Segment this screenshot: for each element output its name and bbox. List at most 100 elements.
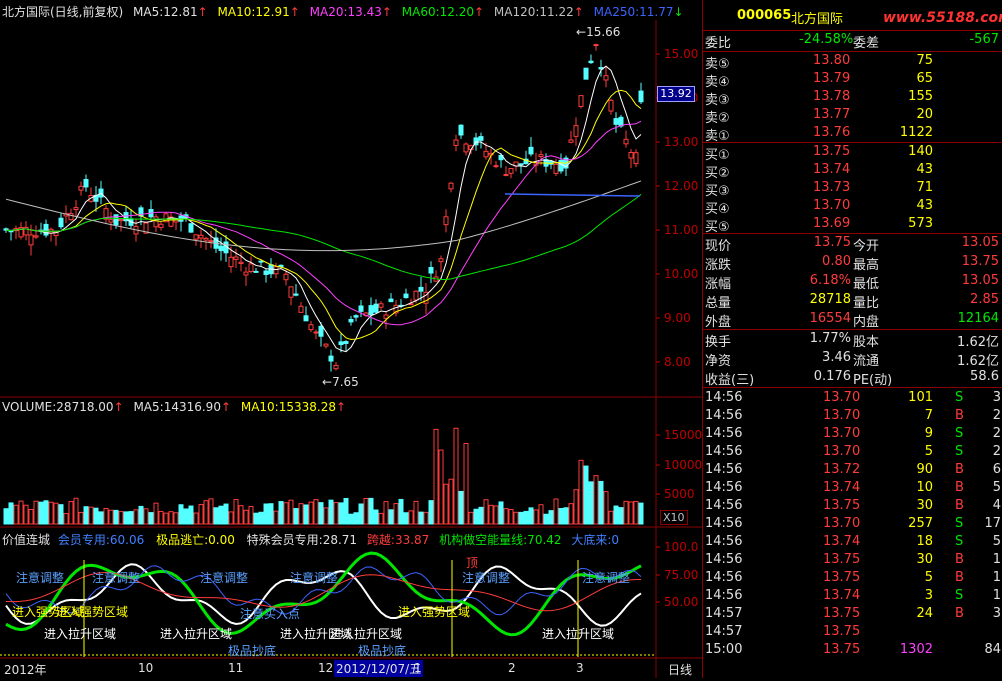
candle-body bbox=[358, 305, 364, 312]
candle-body bbox=[633, 152, 639, 165]
bid-price: 13.74 bbox=[813, 162, 851, 177]
tick-row[interactable]: 14:56 13.75 30 B 4 bbox=[703, 496, 1002, 514]
candle-body bbox=[613, 118, 619, 125]
volume-bar bbox=[218, 505, 224, 525]
ma20-line bbox=[5, 120, 642, 326]
fundamental-value: 1.77% bbox=[809, 331, 851, 346]
ma250-label: MA250:11.77 bbox=[593, 5, 674, 19]
indicator-signal-label: 注意调整 bbox=[582, 571, 631, 585]
volume-bar bbox=[278, 501, 284, 525]
fundamental-label: 换手 bbox=[705, 335, 732, 350]
tick-direction: B bbox=[955, 480, 964, 495]
bid-levels: 买① 13.75 140 买② 13.74 43 买③ 13.73 71 买④ 13.70 43 买⑤ 1… bbox=[703, 143, 1002, 235]
fundamental-row: 收益(三) 0.176 PE(动) 58.6 bbox=[703, 368, 1002, 388]
bid-row[interactable]: 买② 13.74 43 bbox=[703, 161, 1002, 181]
candle-body bbox=[238, 261, 244, 264]
bid-row[interactable]: 买④ 13.70 43 bbox=[703, 197, 1002, 217]
tick-count: 1 bbox=[992, 570, 1001, 585]
tick-row[interactable]: 14:56 13.70 101 S 3 bbox=[703, 388, 1002, 406]
volume-bar bbox=[268, 503, 274, 525]
ask-row[interactable]: 卖⑤ 13.80 75 bbox=[703, 52, 1002, 72]
ask-volume: 155 bbox=[908, 89, 933, 104]
bid-row[interactable]: 买③ 13.73 71 bbox=[703, 179, 1002, 199]
volume-bar bbox=[623, 500, 629, 525]
ask-volume: 1122 bbox=[899, 125, 933, 140]
moving-average-lines bbox=[5, 65, 642, 353]
fundamental-value: 3.46 bbox=[822, 350, 851, 365]
price-axis-label: 12.00 bbox=[664, 179, 698, 193]
tick-row[interactable]: 14:56 13.70 9 S 2 bbox=[703, 424, 1002, 442]
tick-row[interactable]: 14:56 13.72 90 B 6 bbox=[703, 460, 1002, 478]
candle-body bbox=[318, 325, 324, 337]
volume-bar bbox=[563, 507, 569, 525]
volume-bar bbox=[153, 502, 159, 525]
tick-direction: B bbox=[955, 408, 964, 423]
tick-price: 13.70 bbox=[823, 390, 861, 405]
volume-bar bbox=[23, 504, 29, 525]
candle-body bbox=[118, 218, 124, 222]
ask-row[interactable]: 卖② 13.77 20 bbox=[703, 106, 1002, 126]
indicator-escape: 极品逃亡:0.00 bbox=[156, 533, 235, 547]
tick-count: 5 bbox=[992, 534, 1001, 549]
bid-row[interactable]: 买① 13.75 140 bbox=[703, 143, 1002, 163]
tick-row[interactable]: 14:56 13.70 7 B 2 bbox=[703, 406, 1002, 424]
tick-list[interactable]: 14:56 13.70 101 S 3 14:56 13.70 7 B 2 14:56 13.70 9 S… bbox=[703, 388, 1002, 658]
tick-row[interactable]: 14:56 13.74 18 S 5 bbox=[703, 532, 1002, 550]
tick-volume: 3 bbox=[924, 588, 933, 603]
kline-chart-area[interactable]: 15.0014.0013.0012.0011.0010.009.008.0015… bbox=[0, 0, 702, 678]
volume-axis-label: 15000 bbox=[664, 428, 702, 442]
ask-row[interactable]: 卖③ 13.78 155 bbox=[703, 88, 1002, 108]
tick-row[interactable]: 14:56 13.75 30 B 1 bbox=[703, 550, 1002, 568]
tick-time: 14:56 bbox=[705, 444, 743, 459]
volume-bar bbox=[498, 501, 504, 525]
volume-bar bbox=[423, 511, 429, 525]
volume-bar bbox=[313, 499, 319, 525]
fundamental-label: PE(动) bbox=[853, 373, 893, 388]
ask-row[interactable]: 卖① 13.76 1122 bbox=[703, 124, 1002, 144]
volume-bar bbox=[568, 503, 574, 525]
candle-body bbox=[458, 124, 464, 136]
price-axis-label: 15.00 bbox=[664, 47, 698, 61]
tick-row[interactable]: 14:57 13.75 bbox=[703, 622, 1002, 640]
volume-bar bbox=[63, 513, 69, 525]
candle-body bbox=[303, 315, 309, 322]
quote-panel: 000065 北方国际 www.55188.com 委比 -24.58% 委差 … bbox=[702, 0, 1002, 678]
ask-price: 13.77 bbox=[813, 107, 851, 122]
stat-label: 最低 bbox=[853, 277, 880, 292]
volume-bar bbox=[108, 509, 114, 525]
tick-volume: 5 bbox=[924, 444, 933, 459]
volume-bar bbox=[443, 483, 449, 525]
tick-row[interactable]: 14:56 13.74 10 B 5 bbox=[703, 478, 1002, 496]
volume-bar bbox=[508, 509, 514, 525]
tick-row[interactable]: 14:56 13.74 3 S 1 bbox=[703, 586, 1002, 604]
period-button[interactable]: 日线 bbox=[668, 661, 692, 678]
indicator-signal-label: 注意调整 bbox=[462, 571, 511, 585]
tick-row[interactable]: 14:56 13.70 257 S 17 bbox=[703, 514, 1002, 532]
ask-levels: 卖⑤ 13.80 75 卖④ 13.79 65 卖③ 13.78 155 卖② 13.77 20 卖① 1… bbox=[703, 52, 1002, 144]
volume-bar bbox=[618, 507, 624, 525]
volume-bar bbox=[273, 510, 279, 525]
tick-count: 5 bbox=[992, 480, 1001, 495]
tick-row[interactable]: 14:56 13.70 5 S 2 bbox=[703, 442, 1002, 460]
indicator-signal-label: 注意调整 bbox=[200, 571, 249, 585]
ask-row[interactable]: 卖④ 13.79 65 bbox=[703, 70, 1002, 90]
fundamental-value: 1.62亿 bbox=[957, 335, 999, 350]
tick-price: 13.75 bbox=[823, 498, 861, 513]
volume-bar bbox=[188, 505, 194, 525]
date-label: 2012年 bbox=[4, 663, 47, 677]
tick-row[interactable]: 14:56 13.75 5 B 1 bbox=[703, 568, 1002, 586]
tick-row[interactable]: 14:57 13.75 24 B 3 bbox=[703, 604, 1002, 622]
volume-bar bbox=[68, 501, 74, 525]
tick-row[interactable]: 15:00 13.75 1302 84 bbox=[703, 640, 1002, 658]
bid-row[interactable]: 买⑤ 13.69 573 bbox=[703, 215, 1002, 235]
volume-bar bbox=[168, 511, 174, 525]
fundamentals: 换手 1.77% 股本 1.62亿 净资 3.46 流通 1.62亿 收益(三) 0.176 PE(… bbox=[703, 330, 1002, 388]
tick-price: 13.72 bbox=[823, 462, 861, 477]
volume-bar bbox=[393, 503, 399, 525]
weibi-row: 委比 -24.58% 委差 -567 bbox=[703, 31, 1002, 51]
bid-volume: 43 bbox=[916, 162, 933, 177]
volume-bar bbox=[38, 501, 44, 525]
tick-count: 2 bbox=[992, 426, 1001, 441]
candle-body bbox=[248, 263, 254, 272]
quote-title-bar: 000065 北方国际 www.55188.com bbox=[703, 0, 1002, 31]
